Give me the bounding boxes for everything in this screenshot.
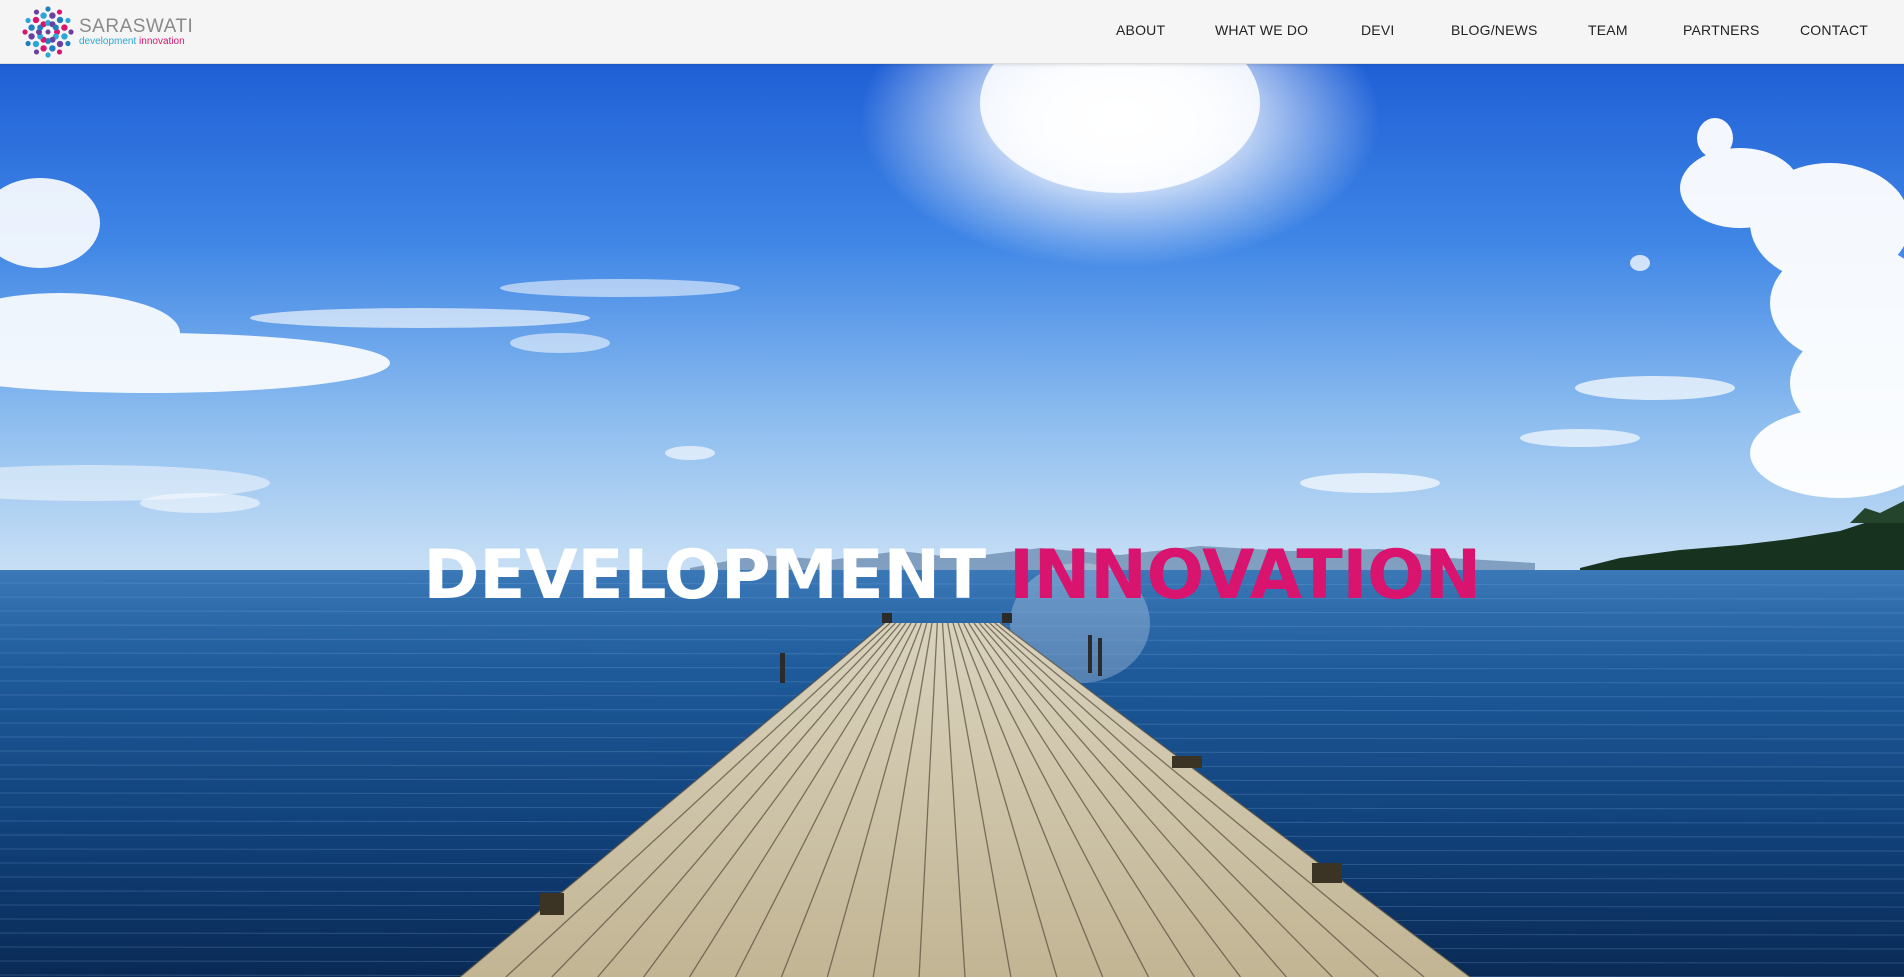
- hero-section: DEVELOPMENT INNOVATION: [0, 63, 1904, 977]
- hero-headline-part2: INNOVATION: [1008, 536, 1481, 615]
- site-header: SARASWATI development innovation ABOUT W…: [0, 0, 1904, 64]
- nav-what-we-do[interactable]: WHAT WE DO: [1215, 22, 1308, 38]
- nav-devi[interactable]: DEVI: [1361, 22, 1394, 38]
- nav-blog-news[interactable]: BLOG/NEWS: [1451, 22, 1538, 38]
- main-nav: ABOUT WHAT WE DO DEVI BLOG/NEWS TEAM PAR…: [0, 0, 1904, 63]
- nav-about[interactable]: ABOUT: [1116, 22, 1165, 38]
- nav-team[interactable]: TEAM: [1588, 22, 1628, 38]
- hero-background-image: [0, 63, 1904, 977]
- page: SARASWATI development innovation ABOUT W…: [0, 0, 1904, 977]
- nav-contact[interactable]: CONTACT: [1800, 22, 1868, 38]
- hero-headline: DEVELOPMENT INNOVATION: [0, 536, 1904, 615]
- hero-headline-part1: DEVELOPMENT: [423, 536, 986, 615]
- nav-partners[interactable]: PARTNERS: [1683, 22, 1760, 38]
